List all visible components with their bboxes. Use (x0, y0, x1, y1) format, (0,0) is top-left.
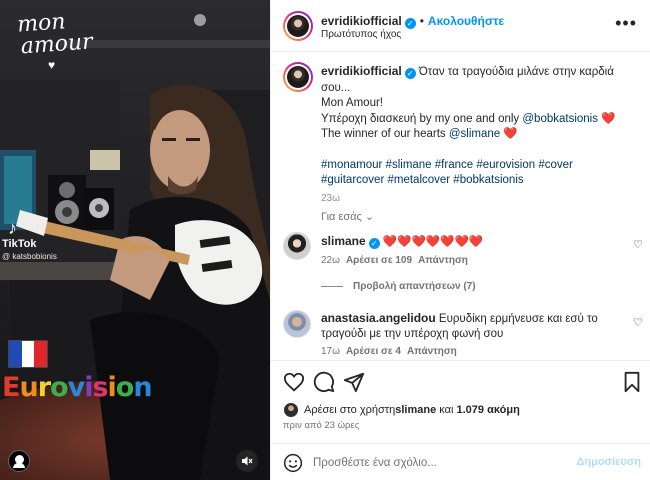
red-heart-emoji: ❤️ (503, 128, 518, 140)
comment-meta: 22ω Αρέσει σε 109 Απάντηση (321, 255, 468, 266)
reply-button[interactable]: Απάντηση (418, 255, 468, 266)
share-send-icon[interactable] (343, 371, 365, 393)
overlay-line-2: amour (19, 29, 94, 60)
eurovision-letter: o (50, 372, 69, 403)
comment-avatar[interactable] (283, 232, 311, 260)
for-you-filter[interactable]: Για εσάς ⌄ (321, 210, 374, 223)
tiktok-icon: ♪ (8, 218, 17, 238)
eurovision-letter: i (84, 372, 93, 403)
comment-meta: 17ω Αρέσει σε 4 Απάντηση (321, 346, 457, 357)
post-actions-bar (271, 360, 650, 400)
like-heart-icon[interactable] (283, 371, 305, 393)
mon-amour-overlay-text: mon amour (16, 9, 94, 60)
eurovision-letter: i (107, 372, 117, 403)
eurovision-letter: v (67, 372, 86, 403)
caption-text: evridikiofficial ✓ Όταν τα τραγούδια μιλά… (321, 64, 621, 206)
hashtags-line-2[interactable]: #guitarcover #metalcover #bobkatsionis (321, 173, 621, 189)
chevron-down-icon: ⌄ (364, 211, 375, 223)
eurovision-letter: u (19, 372, 38, 403)
flag-stripe (21, 341, 35, 367)
mention-bobkatsionis[interactable]: @bobkatsionis (522, 113, 598, 125)
caption-line-4-text: Υπέροχη διασκευή by my one and only (321, 112, 523, 125)
flag-stripe (9, 341, 22, 367)
post-timestamp[interactable]: πριν από 23 ώρες (283, 420, 359, 431)
comment-bubble-icon[interactable] (313, 371, 335, 393)
eurovision-letter: E (2, 372, 20, 403)
view-replies-label: Προβολή απαντήσεων (7) (353, 281, 476, 292)
likes-summary: Αρέσει στο χρήστη slimane και 1.079 ακόμ… (283, 402, 520, 418)
audio-label[interactable]: Πρωτότυπος ήχος (321, 29, 401, 40)
comment-body: anastasia.angelidou Ευρυδίκη ερμήνευσε κ… (321, 311, 631, 342)
caption-age: 23ω (321, 192, 340, 204)
comment-likes[interactable]: Αρέσει σε 109 (346, 255, 412, 266)
verified-badge-icon: ✓ (368, 238, 380, 249)
tiktok-handle: @ katsbobionis (2, 252, 57, 261)
user-icon[interactable] (8, 450, 30, 472)
comment-like-heart-icon[interactable]: ♡ (633, 316, 643, 329)
comment-like-heart-icon[interactable]: ♡ (633, 238, 643, 251)
reply-button[interactable]: Απάντηση (407, 346, 457, 357)
comment-age: 22ω (321, 255, 340, 266)
caption-line-4: Υπέροχη διασκευή by my one and only @bob… (321, 112, 621, 128)
speaker-muted-icon[interactable] (236, 450, 258, 472)
post-header: evridikiofficial ✓ • Ακολουθήστε Πρωτότυπος… (271, 0, 650, 52)
france-flag-icon (8, 340, 48, 368)
follow-button[interactable]: Ακολουθήστε (428, 14, 504, 28)
add-comment-bar: Δημοσίευση (271, 443, 650, 480)
eurovision-letter: r (37, 372, 51, 403)
post-details-panel: evridikiofficial ✓ • Ακολουθήστε Πρωτότυπος… (270, 0, 650, 480)
liker-avatar[interactable] (283, 402, 299, 418)
view-replies-button[interactable]: Προβολή απαντήσεων (7) (321, 281, 476, 292)
caption-username[interactable]: evridikiofficial (321, 64, 402, 78)
dot-separator: • (419, 14, 424, 28)
caption-line-5: The winner of our hearts @slimane ❤️ (321, 127, 621, 143)
mention-slimane[interactable]: @slimane (449, 128, 500, 140)
emoji-smiley-icon[interactable] (283, 453, 303, 473)
caption-line-2: σου... (321, 81, 351, 94)
likes-count[interactable]: 1.079 ακόμη (457, 404, 520, 416)
for-you-label: Για εσάς (321, 211, 362, 223)
author-avatar[interactable] (283, 11, 313, 41)
verified-badge-icon: ✓ (404, 68, 416, 79)
caption-line-5-text: The winner of our hearts (321, 128, 449, 140)
video-frame (0, 0, 270, 480)
more-horizontal-icon[interactable]: ••• (615, 14, 637, 32)
hashtags-line-1[interactable]: #monamour #slimane #france #eurovision #… (321, 158, 621, 174)
tiktok-label: TikTok (2, 238, 37, 250)
eurovision-letter: o (115, 372, 135, 403)
likes-user[interactable]: slimane (395, 404, 436, 416)
save-bookmark-icon[interactable] (621, 371, 643, 393)
caption-author-avatar[interactable] (283, 62, 313, 92)
eurovision-letter: n (133, 372, 152, 403)
comment-age: 17ω (321, 346, 340, 357)
comment-likes[interactable]: Αρέσει σε 4 (346, 346, 401, 357)
caption-line-1: evridikiofficial ✓ Όταν τα τραγούδια μιλά… (321, 64, 621, 81)
header-title-row: evridikiofficial ✓ • Ακολουθήστε (321, 12, 504, 30)
comment-text: ❤️❤️❤️❤️❤️❤️❤️ (382, 236, 484, 248)
caption-first-line: Όταν τα τραγούδια μιλάνε στην καρδιά (418, 66, 614, 78)
comment-username[interactable]: anastasia.angelidou (321, 311, 436, 325)
comment-input[interactable] (313, 453, 563, 473)
verified-badge-icon: ✓ (404, 18, 416, 29)
white-heart-icon: ♥ (48, 58, 56, 72)
eurovision-letter: s (92, 372, 108, 403)
eurovision-logo: Eurovision (2, 372, 153, 403)
likes-middle: και (436, 404, 457, 416)
comment-avatar[interactable] (283, 310, 311, 338)
comment-body: slimane ✓ ❤️❤️❤️❤️❤️❤️❤️ (321, 234, 621, 250)
post-video[interactable]: mon amour ♥ ♪ TikTok @ katsbobionis Euro… (0, 0, 270, 480)
red-heart-emoji: ❤️ (601, 112, 616, 125)
header-username[interactable]: evridikiofficial (321, 14, 402, 28)
post-comment-button[interactable]: Δημοσίευση (576, 456, 641, 468)
likes-prefix: Αρέσει στο χρήστη (304, 404, 396, 416)
instagram-post-view: mon amour ♥ ♪ TikTok @ katsbobionis Euro… (0, 0, 650, 480)
comment-username[interactable]: slimane (321, 234, 366, 248)
caption-line-3: Mon Amour! (321, 97, 383, 109)
flag-stripe (34, 341, 48, 367)
